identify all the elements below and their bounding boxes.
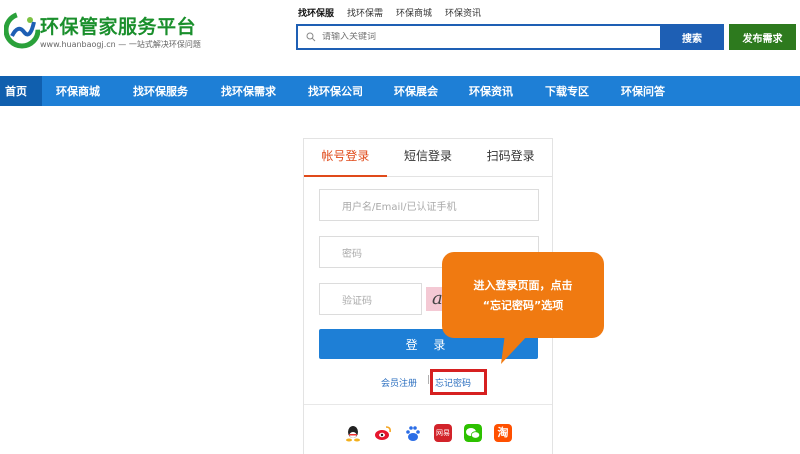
nav-item-find-service[interactable]: 找环保服务 [120,76,208,106]
callout-line-2: “忘记密码”选项 [482,299,564,312]
nav-item-news[interactable]: 环保资讯 [457,76,533,106]
search-box [296,24,660,50]
site-url-slogan: www.huanbaogj.cn — 一站式解决环保问题 [40,39,201,50]
top-link-news[interactable]: 环保资讯 [445,6,481,19]
nav-item-downloads[interactable]: 下载专区 [533,76,609,106]
logo-mark-icon [4,11,40,49]
top-link-demand[interactable]: 找环保需 [347,6,383,19]
weibo-icon[interactable] [374,424,392,442]
slogan-dash: — [118,40,129,49]
main-nav: 首页 环保商城 找环保服务 找环保需求 找环保公司 环保展会 环保资讯 下载专区… [0,76,800,106]
social-login-icons: 网易 淘 [344,424,512,442]
taobao-icon[interactable]: 淘 [494,424,512,442]
tab-qr-login[interactable]: 扫码登录 [469,139,553,177]
register-link[interactable]: 会员注册 [381,376,417,389]
publish-demand-button[interactable]: 发布需求 [729,24,796,50]
nav-item-home[interactable]: 首页 [0,76,42,106]
top-link-mall[interactable]: 环保商城 [396,6,432,19]
baidu-icon[interactable] [404,424,422,442]
nav-item-qa[interactable]: 环保问答 [609,76,689,106]
wechat-icon[interactable] [464,424,482,442]
site-slogan: 一站式解决环保问题 [128,40,201,49]
site-title: 环保管家服务平台 [40,16,197,38]
instruction-callout: 进入登录页面，点击 “忘记密码”选项 [442,252,604,338]
taobao-label: 淘 [497,426,509,439]
nav-item-mall[interactable]: 环保商城 [42,76,120,106]
netease-label: 网易 [436,429,450,437]
search-icon [306,32,316,42]
nav-item-find-demand[interactable]: 找环保需求 [208,76,295,106]
social-divider [304,404,552,405]
nav-item-find-company[interactable]: 找环保公司 [295,76,382,106]
nav-item-expo[interactable]: 环保展会 [382,76,457,106]
login-tabs: 帐号登录 短信登录 扫码登录 [304,139,553,177]
tab-account-login[interactable]: 帐号登录 [304,139,387,177]
login-links: 会员注册 | 忘记密码 [304,375,552,391]
callout-line-1: 进入登录页面，点击 [473,279,573,292]
forgot-password-highlight [430,369,487,395]
tab-sms-login[interactable]: 短信登录 [386,139,470,177]
site-logo[interactable]: 环保管家服务平台 www.huanbaogj.cn — 一站式解决环保问题 [0,6,240,58]
site-url: www.huanbaogj.cn [40,40,116,49]
top-link-service[interactable]: 找环保服 [298,6,334,19]
netease-icon[interactable]: 网易 [434,424,452,442]
top-search-tabs: 找环保服 找环保需 环保商城 环保资讯 [298,6,481,19]
qq-icon[interactable] [344,424,362,442]
search-input[interactable] [322,32,642,42]
username-field[interactable]: 用户名/Email/已认证手机 [319,189,539,221]
search-button[interactable]: 搜索 [660,24,724,50]
captcha-field[interactable]: 验证码 [319,283,422,315]
